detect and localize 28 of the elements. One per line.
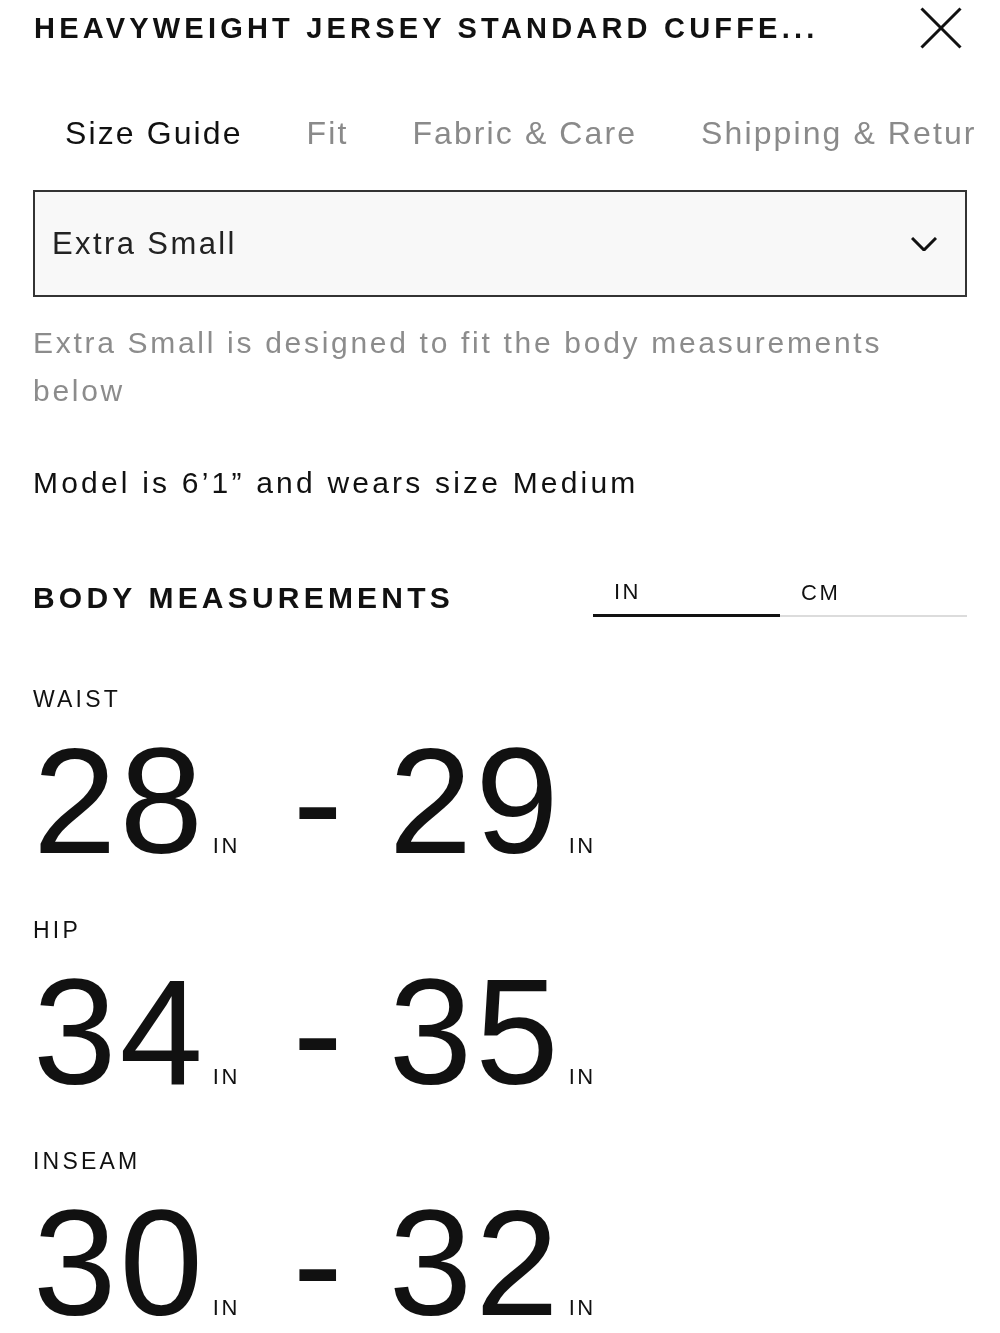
unit-tab[interactable]: IN bbox=[593, 579, 780, 617]
unit-tab[interactable]: CM bbox=[780, 580, 967, 617]
size-description: Extra Small is designed to fit the body measurements below bbox=[33, 325, 884, 409]
measurement-label: INSEAM bbox=[33, 1148, 142, 1174]
model-note: Model is 6’1” and wears size Medium bbox=[33, 465, 640, 501]
measurement-value: 34 bbox=[33, 972, 206, 1092]
unit-label: IN bbox=[568, 1295, 596, 1321]
unit-label: IN bbox=[212, 833, 240, 859]
range-separator: - bbox=[292, 741, 343, 861]
close-icon[interactable] bbox=[920, 7, 962, 49]
range-separator: - bbox=[292, 972, 343, 1092]
product-title: HEAVYWEIGHT JERSEY STANDARD CUFFE... bbox=[34, 11, 819, 45]
unit-label: IN bbox=[568, 1064, 596, 1090]
measurement-value: 29 bbox=[388, 741, 562, 861]
range-separator: - bbox=[292, 1203, 343, 1323]
measurement-value: 32 bbox=[388, 1203, 562, 1323]
unit-label: IN bbox=[212, 1295, 240, 1321]
unit-label: IN bbox=[568, 833, 596, 859]
measurement-label: HIP bbox=[33, 917, 82, 943]
size-select[interactable]: Extra Small bbox=[33, 190, 967, 297]
chevron-down-icon bbox=[911, 236, 937, 251]
measurement-value: 30 bbox=[33, 1203, 206, 1323]
tab[interactable]: Size Guide bbox=[65, 113, 243, 153]
unit-label: IN bbox=[212, 1064, 240, 1090]
measurement-value: 28 bbox=[33, 741, 206, 861]
measurement-label: WAIST bbox=[33, 686, 122, 712]
section-heading: BODY MEASUREMENTS bbox=[33, 581, 454, 615]
measurement-value: 35 bbox=[388, 972, 562, 1092]
